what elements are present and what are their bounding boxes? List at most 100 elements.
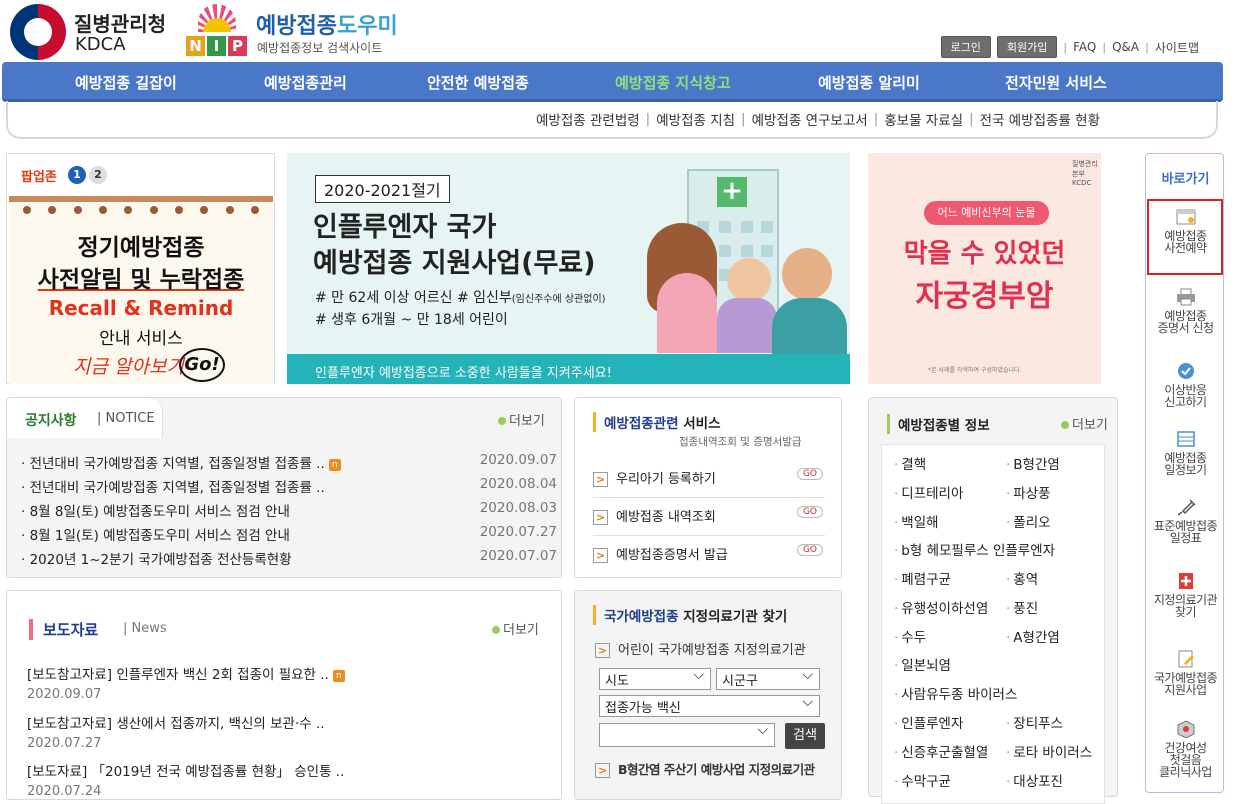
popup-line1: 정기예방접종: [77, 235, 205, 261]
vaccine-link[interactable]: 수두: [894, 626, 926, 646]
tab-notice[interactable]: 공지사항 | NOTICE: [7, 398, 163, 438]
quick-item-schedule[interactable]: 예방접종 일정보기: [1146, 430, 1225, 476]
vinfo-more-link[interactable]: 더보기: [1061, 414, 1108, 433]
hepb-clinic-label[interactable]: > B형간염 주산기 예방사업 지정의료기관: [595, 759, 815, 778]
nav-item-management[interactable]: 예방접종관리: [264, 72, 347, 93]
list-item[interactable]: · 전년대비 국가예방접종 지역별, 접종일정별 접종률 .. n 2020.09.…: [21, 452, 557, 472]
vaccine-link[interactable]: 인플루엔자: [894, 712, 963, 732]
quick-item-clinic-search[interactable]: 지정의료기관 찾기: [1146, 572, 1225, 618]
vaccine-link[interactable]: 유행성이하선염: [894, 597, 988, 617]
kdca-name[interactable]: 질병관리청: [74, 8, 166, 37]
nav-item-e-service[interactable]: 전자민원 서비스: [1005, 72, 1107, 93]
box-icon: [1177, 720, 1194, 738]
search-button[interactable]: 검색: [785, 723, 825, 749]
subnav-item-law[interactable]: 예방접종 관련법령: [536, 109, 640, 129]
list-item[interactable]: [보도참고자료] 생산에서 접종까지, 백신의 보관·수 ..: [27, 712, 325, 732]
press-panel: 보도자료 | News 더보기 [보도참고자료] 인플루엔자 백신 2회 접종이…: [6, 590, 562, 800]
vaccine-link[interactable]: 풍진: [1006, 597, 1038, 617]
go-button[interactable]: GO: [796, 544, 823, 556]
qa-link[interactable]: Q&A: [1112, 40, 1139, 54]
vaccine-link[interactable]: 결핵: [894, 453, 926, 473]
sido-select[interactable]: 시도: [599, 667, 711, 690]
hospital-cross-icon: +: [717, 177, 747, 207]
go-button[interactable]: GO: [796, 468, 823, 480]
quick-item-certificate[interactable]: 예방접종 증명서 신청: [1146, 288, 1225, 334]
cervical-title1: 막을 수 있었던: [903, 239, 1066, 269]
vaccine-link[interactable]: 백일해: [894, 511, 938, 531]
login-button[interactable]: 로그인: [940, 36, 991, 58]
vaccine-link[interactable]: 디프테리아: [894, 482, 963, 502]
vaccine-link[interactable]: 수막구균: [894, 770, 951, 790]
vaccine-select[interactable]: 접종가능 백신: [599, 694, 820, 717]
list-item[interactable]: · 8월 1일(토) 예방접종도우미 서비스 점검 안내 2020.07.27: [21, 524, 557, 544]
list-item[interactable]: · 2020년 1~2분기 국가예방접종 전산등록현황 2020.07.07: [21, 548, 557, 568]
list-item[interactable]: · 8월 8일(토) 예방접종도우미 서비스 점검 안내 2020.08.03: [21, 500, 557, 520]
util-separator: |: [1145, 40, 1149, 54]
quick-title: 바로가기: [1161, 172, 1210, 187]
subnav-separator: |: [969, 111, 974, 127]
notice-row-title: 2020년 1~2분기 국가예방접종 전산등록현황: [29, 552, 292, 568]
sitemap-link[interactable]: 사이트맵: [1155, 39, 1199, 56]
kdca-logo-icon[interactable]: [10, 4, 66, 60]
sub-nav: 예방접종 관련법령 | 예방접종 지침 | 예방접종 연구보고서 | 홍보물 자료실 |…: [6, 101, 1218, 139]
service-item-register-baby[interactable]: > 우리아기 등록하기 GO: [593, 468, 825, 498]
service-item-certificate[interactable]: > 예방접종증명서 발급 GO: [593, 544, 825, 573]
popup-page-2[interactable]: 2: [89, 166, 107, 184]
join-button[interactable]: 회원가입: [996, 36, 1058, 58]
sigungu-select[interactable]: 시군구: [716, 667, 820, 690]
site-title[interactable]: 예방접종도우미: [256, 8, 398, 40]
vaccine-link[interactable]: B형간염: [1006, 453, 1060, 473]
vaccine-link[interactable]: A형간염: [1006, 626, 1060, 646]
quick-item-women-clinic[interactable]: 건강여성 첫걸음 클리닉사업: [1146, 720, 1225, 778]
list-item[interactable]: [보도참고자료] 인플루엔자 백신 2회 접종이 필요한 .. n: [27, 663, 345, 683]
faq-link[interactable]: FAQ: [1073, 40, 1096, 54]
vaccine-link[interactable]: 사람유두종 바이러스: [894, 683, 1017, 703]
quick-item-support-program[interactable]: 국가예방접종 지원사업: [1146, 650, 1225, 696]
vaccine-link[interactable]: 로타 바이러스: [1006, 741, 1092, 761]
press-row-title: [보도자료] 「2019년 전국 예방접종률 현황」 승인통 ..: [27, 764, 345, 780]
vaccine-link[interactable]: 대상포진: [1006, 770, 1063, 790]
go-button[interactable]: GO: [796, 506, 823, 518]
popup-line2: 사전알림 및 누락접종: [37, 267, 245, 293]
quick-item-adverse-report[interactable]: 이상반응 신고하기: [1146, 362, 1225, 408]
subnav-item-rate[interactable]: 전국 예방접종률 현황: [980, 109, 1100, 129]
document-pen-icon: [1178, 650, 1194, 668]
kdca-en[interactable]: KDCA: [75, 34, 126, 55]
vaccine-link[interactable]: 홍역: [1006, 568, 1038, 588]
vaccine-link[interactable]: 신증후군출혈열: [894, 741, 988, 761]
service-item-history[interactable]: > 예방접종 내역조회 GO: [593, 506, 825, 536]
popup-banner-recall[interactable]: 정기예방접종 사전알림 및 누락접종 Recall & Remind 안내 서비…: [9, 196, 273, 384]
cervical-cancer-banner[interactable]: 질병관리본부 KCDC 어느 예비신부의 눈물 막을 수 있었던 자궁경부암 *…: [868, 153, 1101, 384]
notice-row-title: 전년대비 국가예방접종 지역별, 접종일정별 접종률 ..: [29, 480, 325, 496]
new-badge: n: [328, 459, 341, 471]
clinic-child-label: > 어린이 국가예방접종 지정의료기관: [595, 639, 806, 658]
nav-item-notify[interactable]: 예방접종 알리미: [818, 72, 920, 93]
list-item[interactable]: [보도자료] 「2019년 전국 예방접종률 현황」 승인통 ..: [27, 760, 344, 780]
flu-banner[interactable]: 2020-2021절기 인플루엔자 국가 예방접종 지원사업(무료) # 만 6…: [287, 153, 850, 384]
hepb-text: B형간염 주산기 예방사업 지정의료기관: [618, 762, 815, 777]
quick-item-standard-schedule[interactable]: 표준예방접종 일정표: [1146, 498, 1225, 544]
vaccine-link[interactable]: 폐렴구균: [894, 568, 951, 588]
quick-label: 찾기: [1174, 605, 1197, 619]
flu-sub1: # 만 62세 이상 어르신 # 임신부(임신주수에 상관없이): [315, 287, 606, 307]
popup-page-1[interactable]: 1: [68, 166, 86, 184]
vaccine-link[interactable]: 폴리오: [1006, 511, 1050, 531]
nip-logo-icon[interactable]: N I P: [186, 4, 248, 58]
vaccine-link[interactable]: 일본뇌염: [894, 654, 951, 674]
list-item[interactable]: · 전년대비 국가예방접종 지역별, 접종일정별 접종률 .. 2020.08.0…: [21, 476, 557, 496]
notice-more-link[interactable]: 더보기: [498, 410, 545, 429]
vaccine-link[interactable]: 파상풍: [1006, 482, 1050, 502]
press-row-date: 2020.07.24: [27, 784, 102, 799]
nav-item-safety[interactable]: 안전한 예방접종: [427, 72, 529, 93]
nav-item-knowledge[interactable]: 예방접종 지식창고: [615, 72, 731, 93]
subnav-item-promo[interactable]: 홍보물 자료실: [884, 109, 963, 129]
subnav-item-research[interactable]: 예방접종 연구보고서: [752, 109, 868, 129]
quick-label: 일정표: [1169, 531, 1202, 545]
press-more-link[interactable]: 더보기: [492, 619, 539, 638]
press-title-en-text: News: [131, 621, 167, 636]
subnav-item-guideline[interactable]: 예방접종 지침: [656, 109, 735, 129]
nav-item-guide[interactable]: 예방접종 길잡이: [75, 72, 177, 93]
vaccine-link[interactable]: b형 헤모필루스 인플루엔자: [894, 539, 1055, 559]
clinic-search-input[interactable]: [599, 722, 775, 747]
vaccine-link[interactable]: 장티푸스: [1006, 712, 1063, 732]
